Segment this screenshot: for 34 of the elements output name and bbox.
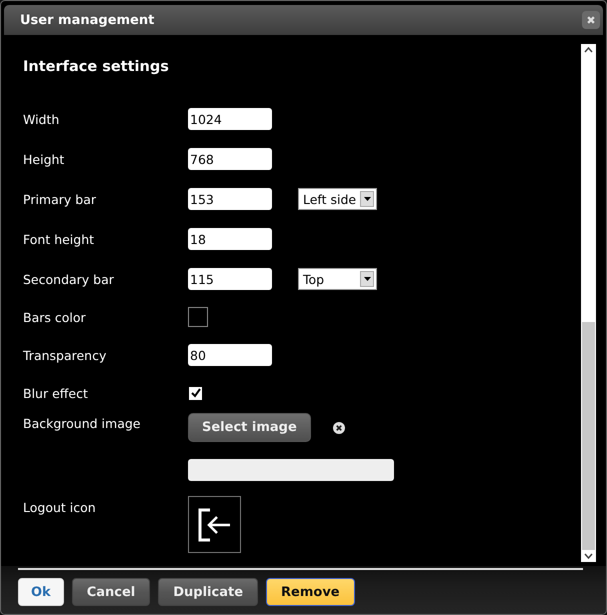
- field-label: Primary bar: [23, 192, 98, 206]
- path-field[interactable]: [188, 459, 394, 481]
- input-field[interactable]: 18: [188, 228, 272, 250]
- field-label: Logout icon: [23, 499, 97, 515]
- logout-icon: [198, 508, 232, 542]
- icon-preview[interactable]: [188, 496, 241, 553]
- dialog-button[interactable]: Remove: [266, 578, 355, 606]
- clear-icon[interactable]: [332, 422, 345, 434]
- close-button[interactable]: ✖: [582, 11, 600, 29]
- field-label: Bars color: [23, 310, 87, 324]
- input-field[interactable]: 1024: [188, 108, 272, 130]
- field-label: Height: [23, 152, 66, 166]
- field-label: Transparency: [23, 348, 108, 362]
- dialog-button[interactable]: Ok: [18, 578, 64, 606]
- scroll-thumb[interactable]: [582, 322, 595, 550]
- window-title: User management: [20, 12, 154, 28]
- input-field[interactable]: 80: [188, 344, 272, 366]
- input-field[interactable]: 153: [188, 188, 272, 210]
- color-swatch[interactable]: [188, 307, 208, 327]
- field-label: Font height: [23, 232, 96, 246]
- dropdown[interactable]: Top: [298, 268, 377, 290]
- input-field[interactable]: 768: [188, 148, 272, 170]
- field-label: Secondary bar: [23, 272, 115, 286]
- dialog-button[interactable]: Cancel: [72, 578, 150, 606]
- section-heading: Interface settings: [23, 59, 170, 75]
- field-label: Blur effect: [23, 386, 89, 400]
- scrollbar[interactable]: [581, 44, 596, 562]
- dialog-button[interactable]: Duplicate: [158, 578, 258, 606]
- checkbox[interactable]: [189, 386, 202, 400]
- field-label: Width: [23, 112, 60, 126]
- field-label: Background image: [23, 415, 142, 431]
- input-field[interactable]: 115: [188, 268, 272, 290]
- select-image-button[interactable]: Select image: [188, 413, 311, 442]
- dropdown[interactable]: Left side: [298, 188, 377, 210]
